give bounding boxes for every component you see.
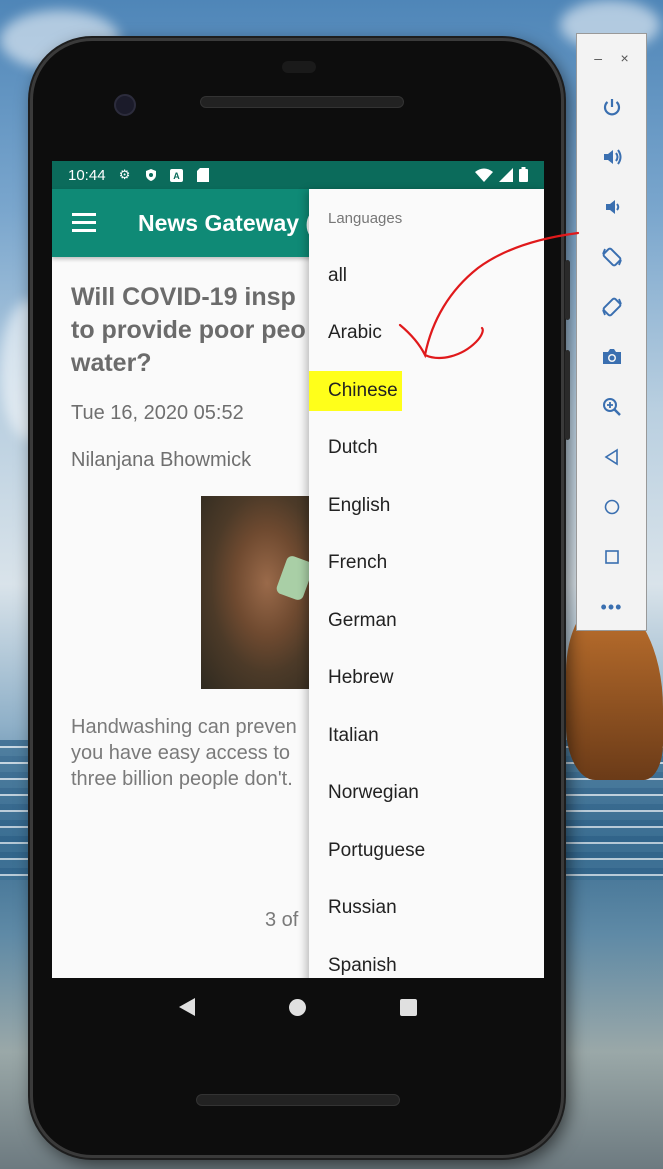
status-time: 10:44 (68, 166, 106, 184)
status-bar: 10:44 ⚙ A (52, 161, 544, 189)
menu-item-label: English (328, 494, 391, 516)
menu-item-arabic[interactable]: Arabic (309, 305, 544, 363)
rotate-right-icon[interactable] (577, 282, 646, 332)
emulator-toolbar: – × ••• (576, 33, 647, 631)
volume-up-icon[interactable] (577, 132, 646, 182)
menu-item-italian[interactable]: Italian (309, 707, 544, 765)
menu-header: Languages (328, 210, 403, 227)
wifi-icon (475, 168, 493, 182)
toolbar-window-controls: – × (577, 34, 646, 82)
nav-recents-icon[interactable] (400, 998, 417, 1016)
power-side-button (565, 260, 570, 320)
menu-item-label: German (328, 609, 397, 631)
menu-item-label: Russian (328, 897, 397, 919)
bottom-speaker (196, 1094, 400, 1106)
front-camera (114, 94, 136, 116)
menu-item-label: French (328, 552, 388, 574)
menu-item-label: Arabic (328, 322, 382, 344)
close-button[interactable]: × (621, 50, 629, 66)
menu-item-dutch[interactable]: Dutch (309, 420, 544, 478)
page-indicator: 3 of (265, 909, 299, 931)
sd-card-status-icon (196, 168, 210, 182)
shield-status-icon (144, 168, 158, 182)
menu-item-label: Spanish (328, 954, 397, 976)
menu-item-label: Italian (328, 724, 379, 746)
languages-menu: Languages all Arabic Chinese Dutch Engli… (309, 189, 544, 978)
menu-item-chinese[interactable]: Chinese (309, 362, 544, 420)
menu-item-label: Chinese (309, 370, 402, 411)
navigation-bar (52, 978, 544, 1036)
menu-item-label: Portuguese (328, 839, 426, 861)
menu-item-german[interactable]: German (309, 592, 544, 650)
battery-icon (519, 167, 528, 182)
article-summary: Handwashing can preven you have easy acc… (71, 714, 297, 792)
back-icon[interactable] (577, 432, 646, 482)
article-image[interactable] (201, 496, 315, 689)
more-icon[interactable]: ••• (577, 582, 646, 632)
home-icon[interactable] (577, 482, 646, 532)
camera-icon[interactable] (577, 332, 646, 382)
menu-item-all[interactable]: all (309, 247, 544, 305)
menu-item-portuguese[interactable]: Portuguese (309, 822, 544, 880)
summary-line: Handwashing can preven (71, 716, 297, 738)
menu-item-french[interactable]: French (309, 535, 544, 593)
earpiece-speaker (200, 96, 404, 108)
menu-item-label: Dutch (328, 437, 378, 459)
proximity-sensor (282, 61, 316, 73)
overview-icon[interactable] (577, 532, 646, 582)
settings-status-icon: ⚙ (118, 167, 131, 182)
menu-item-label: all (328, 264, 348, 286)
zoom-icon[interactable] (577, 382, 646, 432)
nav-back-icon[interactable] (179, 998, 195, 1016)
a-status-icon: A (170, 168, 184, 182)
nav-home-icon[interactable] (289, 998, 306, 1016)
menu-item-label: Hebrew (328, 667, 394, 689)
volume-down-icon[interactable] (577, 182, 646, 232)
menu-item-norwegian[interactable]: Norwegian (309, 765, 544, 823)
menu-item-english[interactable]: English (309, 477, 544, 535)
menu-item-label: Norwegian (328, 782, 419, 804)
rotate-left-icon[interactable] (577, 232, 646, 282)
menu-item-hebrew[interactable]: Hebrew (309, 650, 544, 708)
power-icon[interactable] (577, 82, 646, 132)
menu-item-spanish[interactable]: Spanish (309, 937, 544, 978)
signal-icon (499, 167, 513, 182)
menu-hamburger-icon[interactable] (72, 213, 98, 233)
svg-text:A: A (173, 171, 180, 181)
minimize-button[interactable]: – (594, 50, 602, 66)
summary-line: you have easy access to (71, 742, 291, 764)
app-title: News Gateway ( (138, 209, 314, 236)
volume-side-button (565, 350, 570, 440)
summary-line: three billion people don't. (71, 768, 293, 790)
phone-screen: 10:44 ⚙ A News Gateway ( Will COVID-19 i… (52, 161, 544, 978)
status-right-icons (475, 167, 528, 182)
menu-item-russian[interactable]: Russian (309, 880, 544, 938)
